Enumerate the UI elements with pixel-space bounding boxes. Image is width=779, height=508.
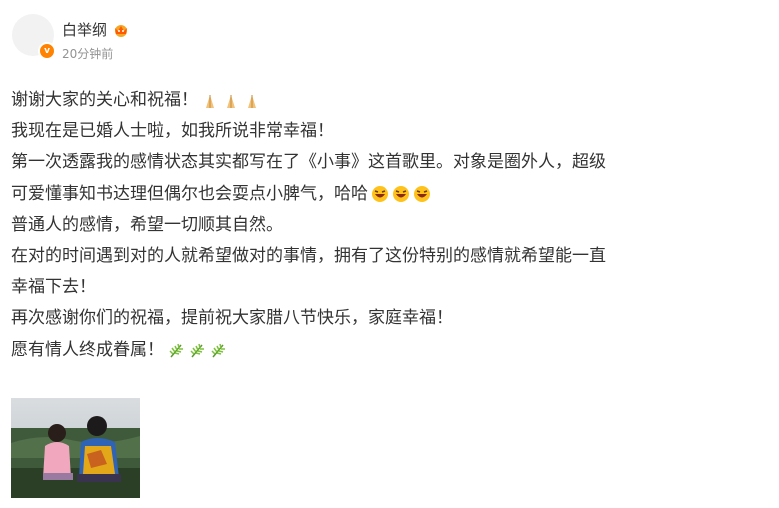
username[interactable]: 白举纲 [62,19,107,40]
post-line: 谢谢大家的关心和祝福！ [11,85,731,116]
post-image[interactable] [11,398,140,498]
palm-leaf-icon [211,344,225,358]
laughing-face-icon [393,186,409,203]
post-line: 普通人的感情，希望一切顺其自然。 [11,214,283,235]
post-line: 愿有情人终成眷属！ [11,335,731,366]
folded-hands-icon [248,94,256,108]
post-line: 第一次透露我的感情状态其实都写在了《小事》这首歌里。对象是圈外人，超级 [11,152,606,173]
folded-hands-icon [227,94,235,108]
vip-crown-icon [115,24,128,37]
folded-hands-icon [206,94,214,108]
post-line: 可爱懂事知书达理但偶尔也会耍点小脾气，哈哈 [11,179,731,210]
post-line: 再次感谢你们的祝福，提前祝大家腊八节快乐，家庭幸福！ [11,308,453,329]
username-row: 白举纲 [62,19,129,40]
couple-photo [11,398,140,498]
post-line: 幸福下去！ [11,277,96,298]
palm-leaf-icon [169,344,183,358]
verified-badge-icon: v [38,42,56,60]
palm-leaf-icon [190,344,204,358]
laughing-face-icon [414,186,430,203]
post-time[interactable]: 20分钟前 [62,45,113,62]
laughing-face-icon [372,186,388,203]
post-line: 在对的时间遇到对的人就希望做对的事情，拥有了这份特别的感情就希望能一直 [11,246,606,267]
post-line: 我现在是已婚人士啦，如我所说非常幸福！ [11,121,334,142]
post-text: 谢谢大家的关心和祝福！ 我现在是已婚人士啦，如我所说非常幸福！ 第一次透露我的感… [11,85,731,366]
